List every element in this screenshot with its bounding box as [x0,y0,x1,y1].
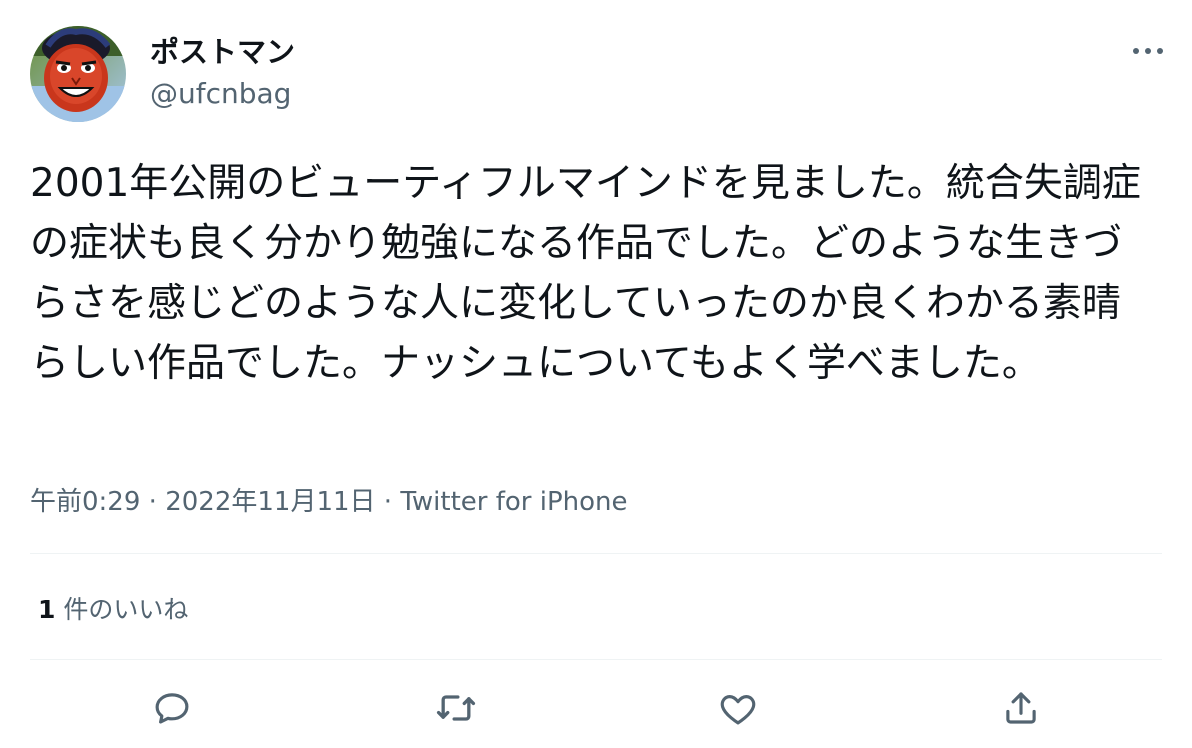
heart-icon [720,695,756,725]
avatar-image [30,26,126,122]
more-options-button[interactable] [1128,36,1168,66]
likes-number: 1 [38,595,56,624]
display-name[interactable]: ポストマン [150,34,295,70]
avatar[interactable] [30,26,126,122]
tweet-time[interactable]: 午前0:29 [30,487,140,517]
tweet-header: ポストマン @ufcnbag [30,26,1170,122]
tweet-date[interactable]: 2022年11月11日 [165,487,375,517]
reply-icon [155,693,189,724]
likes-label: 件のいいね [63,595,189,624]
share-button[interactable] [997,684,1045,732]
retweet-button[interactable] [432,684,480,732]
like-button[interactable] [714,684,762,732]
tweet-actions [0,680,1192,736]
meta-separator: · [140,487,166,517]
tweet-detail: ポストマン @ufcnbag 2001年公開のビューティフルマインドを見ました。… [0,0,1192,748]
tweet-text: 2001年公開のビューティフルマインドを見ました。統合失調症の症状も良く分かり勉… [30,161,1141,386]
divider [30,659,1162,660]
likes-count[interactable]: 1 件のいいね [38,592,188,628]
more-horizontal-icon [1133,48,1163,54]
user-info: ポストマン @ufcnbag [150,34,295,112]
reply-button[interactable] [148,684,196,732]
user-handle[interactable]: @ufcnbag [150,76,295,112]
meta-separator-2: · [375,487,401,517]
divider [30,553,1162,554]
tweet-metadata: 午前0:29 · 2022年11月11日 · Twitter for iPhon… [30,484,628,520]
retweet-icon [436,695,476,721]
tweet-source[interactable]: Twitter for iPhone [400,487,627,517]
share-icon [1006,692,1036,724]
